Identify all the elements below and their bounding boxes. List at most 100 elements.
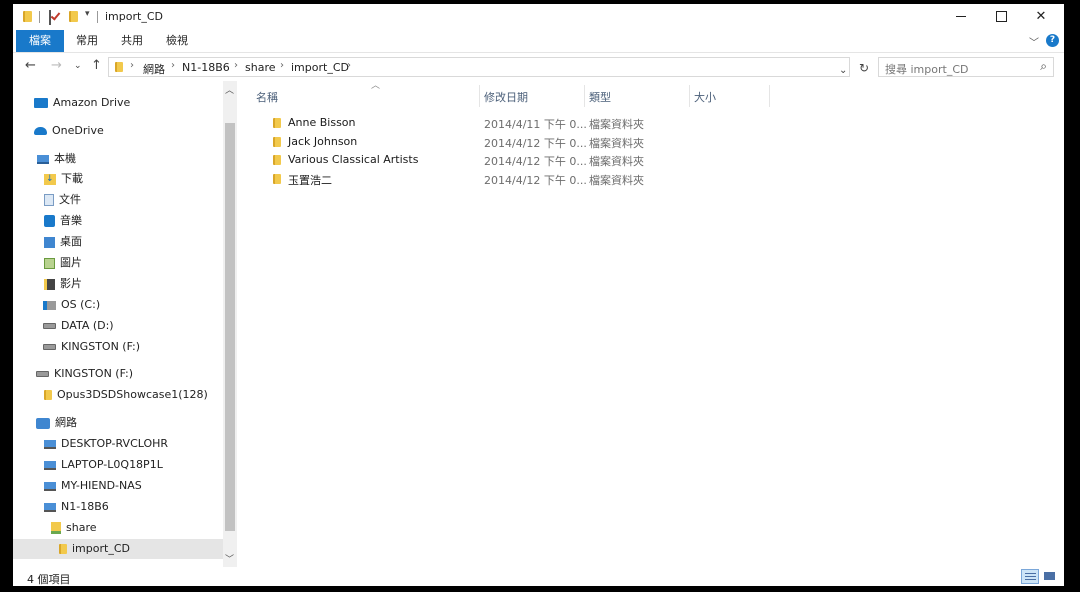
nav-item-import-cd[interactable]: import_CD xyxy=(13,539,223,559)
address-bar[interactable]: › 網路 › N1-18B6 › share › import_CD › ⌄ xyxy=(108,57,850,77)
title-separator xyxy=(39,11,40,23)
column-header-name[interactable]: 名稱 xyxy=(256,89,278,105)
nav-item-n1-18b6[interactable]: N1-18B6 xyxy=(44,497,109,517)
os-drive-icon xyxy=(43,300,56,310)
tab-share[interactable]: 共用 xyxy=(111,30,153,52)
search-input[interactable]: 搜尋 import_CD xyxy=(885,61,968,77)
documents-icon xyxy=(44,194,54,206)
large-icons-view-button[interactable] xyxy=(1041,569,1059,584)
address-dropdown-icon[interactable]: ⌄ xyxy=(839,65,847,76)
file-list: ︿ 名稱 修改日期 類型 大小 Anne Bisson 2014/4/11 下午… xyxy=(251,81,1064,567)
minimize-icon xyxy=(956,16,966,17)
help-icon[interactable]: ? xyxy=(1046,34,1059,47)
drive-icon xyxy=(43,323,56,329)
computer-icon xyxy=(44,460,56,470)
breadcrumb-separator[interactable]: › xyxy=(130,60,134,71)
up-button[interactable]: ↑ xyxy=(91,58,102,73)
breadcrumb-network[interactable]: 網路 xyxy=(143,61,165,77)
column-divider[interactable] xyxy=(769,85,770,107)
nav-scrollbar[interactable]: ︿ ﹀ xyxy=(223,81,237,567)
breadcrumb-import-cd[interactable]: import_CD xyxy=(291,61,349,74)
scroll-up-icon[interactable]: ︿ xyxy=(225,83,234,96)
refresh-button[interactable]: ↻ xyxy=(854,58,874,78)
tab-file[interactable]: 檔案 xyxy=(16,30,64,52)
title-bar: ▾ import_CD ✕ xyxy=(13,4,1064,30)
column-header-type[interactable]: 類型 xyxy=(589,89,611,105)
desktop-icon xyxy=(44,236,55,248)
nav-item-music[interactable]: 音樂 xyxy=(44,211,82,231)
details-view-icon xyxy=(1025,573,1036,581)
search-icon: ⌕ xyxy=(1040,59,1047,73)
amazon-drive-icon xyxy=(34,98,48,108)
back-button[interactable]: ← xyxy=(25,58,36,73)
column-divider[interactable] xyxy=(584,85,585,107)
details-view-button[interactable] xyxy=(1021,569,1039,584)
scrollbar-thumb[interactable] xyxy=(225,123,235,531)
computer-icon xyxy=(44,439,56,449)
expand-ribbon-icon[interactable]: ﹀ xyxy=(1029,34,1039,49)
nav-item-desktop-rvclohr[interactable]: DESKTOP-RVCLOHR xyxy=(44,434,168,454)
nav-item-os-drive[interactable]: OS (C:) xyxy=(43,295,100,315)
nav-item-onedrive[interactable]: OneDrive xyxy=(34,121,104,141)
search-box[interactable]: 搜尋 import_CD ⌕ xyxy=(878,57,1054,77)
folder-icon xyxy=(23,11,32,22)
tab-home[interactable]: 常用 xyxy=(66,30,108,52)
network-icon xyxy=(36,417,50,429)
nav-item-pictures[interactable]: 圖片 xyxy=(44,253,82,273)
nav-item-downloads[interactable]: 下載 xyxy=(44,169,83,189)
recent-locations-icon[interactable]: ⌄ xyxy=(74,61,82,71)
file-type: 檔案資料夾 xyxy=(589,174,644,187)
column-divider[interactable] xyxy=(479,85,480,107)
file-name: Jack Johnson xyxy=(288,135,358,148)
folder-icon xyxy=(273,118,281,128)
breadcrumb-share[interactable]: share xyxy=(245,61,276,74)
column-divider[interactable] xyxy=(689,85,690,107)
table-row[interactable]: 玉置浩二 2014/4/12 下午 0... 檔案資料夾 xyxy=(251,170,671,188)
tab-view[interactable]: 檢視 xyxy=(156,30,198,52)
nav-item-data-drive[interactable]: DATA (D:) xyxy=(43,316,114,336)
new-folder-icon[interactable] xyxy=(69,11,78,22)
ribbon-tabs: 檔案 常用 共用 檢視 ﹀ ? xyxy=(13,30,1064,53)
breadcrumb-separator[interactable]: › xyxy=(171,60,175,71)
this-pc-icon xyxy=(37,154,49,164)
breadcrumb-separator[interactable]: › xyxy=(347,60,351,71)
properties-icon[interactable] xyxy=(49,10,51,25)
breadcrumb-separator[interactable]: › xyxy=(234,60,238,71)
nav-item-kingston-root[interactable]: KINGSTON (F:) xyxy=(36,364,133,384)
forward-button[interactable]: → xyxy=(51,58,62,73)
music-icon xyxy=(44,215,55,227)
nav-item-my-hiend-nas[interactable]: MY-HIEND-NAS xyxy=(44,476,142,496)
onedrive-icon xyxy=(34,127,47,135)
nav-item-opus3-folder[interactable]: Opus3DSDShowcase1(128) xyxy=(44,385,208,405)
scroll-down-icon[interactable]: ﹀ xyxy=(225,552,234,565)
file-date: 2014/4/12 下午 0... xyxy=(484,174,587,187)
file-type: 檔案資料夾 xyxy=(589,118,644,131)
breadcrumb-separator[interactable]: › xyxy=(280,60,284,71)
file-date: 2014/4/12 下午 0... xyxy=(484,155,587,168)
status-bar: 4 個項目 xyxy=(13,567,1064,586)
sort-ascending-icon: ︿ xyxy=(371,81,381,91)
maximize-icon xyxy=(995,11,1007,22)
file-name: 玉置浩二 xyxy=(288,174,332,187)
close-button[interactable]: ✕ xyxy=(1018,4,1064,30)
table-row[interactable]: Anne Bisson 2014/4/11 下午 0... 檔案資料夾 xyxy=(251,114,671,132)
nav-item-laptop[interactable]: LAPTOP-L0Q18P1L xyxy=(44,455,163,475)
nav-item-documents[interactable]: 文件 xyxy=(44,190,81,210)
table-row[interactable]: Jack Johnson 2014/4/12 下午 0... 檔案資料夾 xyxy=(251,133,671,151)
nav-item-this-pc[interactable]: 本機 xyxy=(37,149,76,169)
folder-icon xyxy=(59,544,67,554)
breadcrumb-n1[interactable]: N1-18B6 xyxy=(182,61,230,74)
file-type: 檔案資料夾 xyxy=(589,137,644,150)
nav-item-videos[interactable]: 影片 xyxy=(44,274,82,294)
nav-item-share[interactable]: share xyxy=(51,518,97,538)
videos-icon xyxy=(44,278,55,290)
column-header-date[interactable]: 修改日期 xyxy=(484,89,528,105)
column-header-size[interactable]: 大小 xyxy=(694,89,716,105)
table-row[interactable]: Various Classical Artists 2014/4/12 下午 0… xyxy=(251,151,671,169)
nav-item-network[interactable]: 網路 xyxy=(36,413,77,433)
nav-item-desktop[interactable]: 桌面 xyxy=(44,232,82,252)
quick-access-dropdown-icon[interactable]: ▾ xyxy=(85,9,90,19)
nav-item-kingston-drive[interactable]: KINGSTON (F:) xyxy=(43,337,140,357)
file-type: 檔案資料夾 xyxy=(589,155,644,168)
nav-item-amazon-drive[interactable]: Amazon Drive xyxy=(34,93,130,113)
